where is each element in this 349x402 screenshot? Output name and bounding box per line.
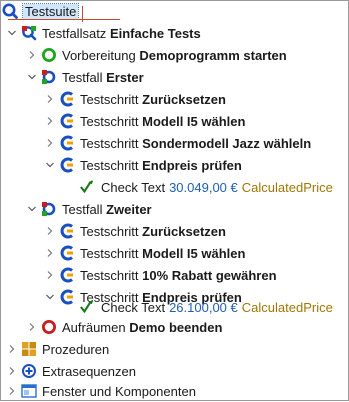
teststep-label: Testschritt Zurücksetzen bbox=[80, 223, 226, 239]
procedures-label: Prozeduren bbox=[42, 341, 110, 357]
teststep-label: Testschritt 10% Rabatt gewähren bbox=[80, 267, 277, 283]
expand-chevron-icon[interactable] bbox=[6, 338, 18, 360]
check-label: Check Text 26.100,00 € CalculatedPrice bbox=[101, 299, 333, 315]
testset-label: Testfallsatz Einfache Tests bbox=[42, 25, 201, 41]
expand-chevron-icon[interactable] bbox=[44, 132, 56, 154]
teststep-label: Testschritt Modell I5 wählen bbox=[80, 113, 246, 129]
teststep-label: Testschritt Zurücksetzen bbox=[80, 91, 226, 107]
expand-chevron-icon[interactable] bbox=[44, 242, 56, 264]
expand-chevron-icon[interactable] bbox=[6, 360, 18, 382]
expand-chevron-icon[interactable] bbox=[44, 88, 56, 110]
extrasequences-label: Extrasequenzen bbox=[42, 363, 136, 379]
testcase-1-label: Testfall Erster bbox=[62, 69, 144, 85]
tree-node-teststep[interactable]: Testschritt Zurücksetzen bbox=[44, 88, 226, 110]
testsuite-label: Testsuite bbox=[21, 2, 80, 20]
testcase-icon bbox=[41, 201, 57, 217]
collapse-chevron-icon[interactable] bbox=[26, 66, 38, 88]
tree-node-procedures[interactable]: Prozeduren bbox=[6, 338, 109, 360]
expand-chevron-icon[interactable] bbox=[26, 44, 38, 66]
setup-icon bbox=[41, 47, 57, 63]
cleanup-icon bbox=[41, 319, 57, 335]
windows-icon bbox=[21, 383, 37, 399]
collapse-chevron-icon[interactable] bbox=[44, 154, 56, 176]
tree-node-check[interactable]: Check Text 30.049,00 € CalculatedPrice bbox=[80, 176, 333, 198]
tree-node-teststep[interactable]: Testschritt 10% Rabatt gewähren bbox=[44, 264, 277, 286]
collapse-chevron-icon[interactable] bbox=[26, 198, 38, 220]
teststep-icon bbox=[59, 135, 75, 151]
expand-chevron-icon[interactable] bbox=[44, 264, 56, 286]
drop-indicator-line bbox=[8, 19, 120, 20]
tree-node-windows[interactable]: Fenster und Komponenten bbox=[6, 380, 196, 402]
teststep-icon bbox=[59, 223, 75, 239]
teststep-icon bbox=[59, 267, 75, 283]
cleanup-label: Aufräumen Demo beenden bbox=[62, 319, 223, 335]
tree-node-testcase-2[interactable]: Testfall Zweiter bbox=[26, 198, 152, 220]
drop-indicator-tick bbox=[82, 6, 83, 22]
tree-node-teststep[interactable]: Testschritt Modell I5 wählen bbox=[44, 242, 245, 264]
expand-chevron-icon[interactable] bbox=[26, 316, 38, 338]
tree-node-extrasequences[interactable]: Extrasequenzen bbox=[6, 360, 136, 382]
windows-label: Fenster und Komponenten bbox=[42, 383, 196, 399]
teststep-label: Testschritt Endpreis prüfen bbox=[80, 157, 242, 173]
expand-chevron-icon[interactable] bbox=[6, 380, 18, 402]
expand-chevron-icon[interactable] bbox=[44, 110, 56, 132]
testsuite-icon bbox=[2, 3, 18, 19]
teststep-icon bbox=[59, 157, 75, 173]
teststep-icon bbox=[59, 289, 75, 305]
collapse-chevron-icon[interactable] bbox=[44, 286, 56, 308]
collapse-chevron-icon[interactable] bbox=[6, 22, 18, 44]
tree-node-teststep[interactable]: Testschritt Sondermodell Jazz wähleln bbox=[44, 132, 311, 154]
testcase-2-label: Testfall Zweiter bbox=[62, 201, 152, 217]
tree-node-teststep[interactable]: Testschritt Endpreis prüfen bbox=[44, 154, 242, 176]
teststep-label: Testschritt Sondermodell Jazz wähleln bbox=[80, 135, 312, 151]
teststep-icon bbox=[59, 91, 75, 107]
teststep-icon bbox=[59, 113, 75, 129]
tree-node-teststep[interactable]: Testschritt Modell I5 wählen bbox=[44, 110, 245, 132]
tree-node-teststep[interactable]: Testschritt Zurücksetzen bbox=[44, 220, 226, 242]
tree-node-cleanup[interactable]: Aufräumen Demo beenden bbox=[26, 316, 222, 338]
tree-node-testset[interactable]: Testfallsatz Einfache Tests bbox=[6, 22, 201, 44]
check-icon bbox=[80, 299, 96, 315]
testset-icon bbox=[21, 25, 37, 41]
check-icon bbox=[80, 179, 96, 195]
tree-node-check[interactable]: Check Text 26.100,00 € CalculatedPrice bbox=[80, 296, 333, 318]
teststep-icon bbox=[59, 245, 75, 261]
setup-label: Vorbereitung Demoprogramm starten bbox=[62, 47, 287, 63]
testcase-icon bbox=[41, 69, 57, 85]
check-label: Check Text 30.049,00 € CalculatedPrice bbox=[101, 179, 333, 195]
tree-node-setup[interactable]: Vorbereitung Demoprogramm starten bbox=[26, 44, 287, 66]
tree-node-testcase-1[interactable]: Testfall Erster bbox=[26, 66, 144, 88]
expand-chevron-icon[interactable] bbox=[44, 220, 56, 242]
procedures-icon bbox=[21, 341, 37, 357]
extrasequences-icon bbox=[21, 363, 37, 379]
teststep-label: Testschritt Modell I5 wählen bbox=[80, 245, 246, 261]
